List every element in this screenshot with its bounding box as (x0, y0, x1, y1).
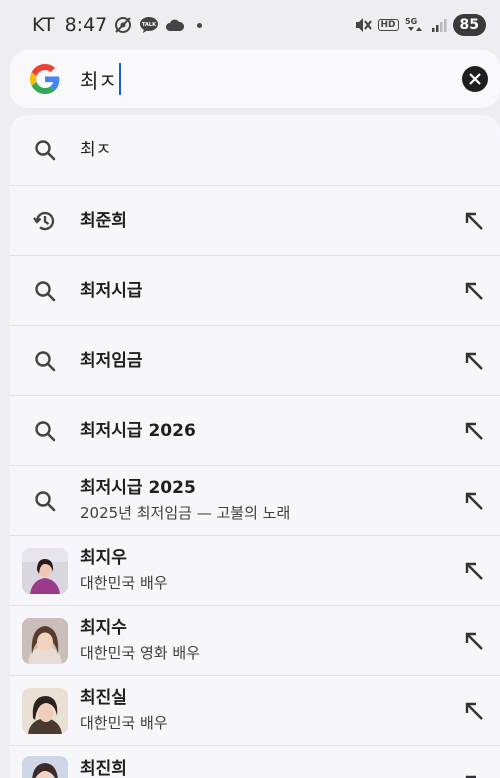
fill-query-arrow-icon[interactable] (462, 419, 486, 443)
notification-dot (197, 22, 203, 28)
suggestion-text: 최저임금 (80, 350, 440, 372)
suggestion-row[interactable]: 최지우 대한민국 배우 (10, 535, 500, 605)
suggestion-row[interactable]: 최저시급 2026 (10, 395, 500, 465)
battery-indicator: 85 (452, 14, 486, 36)
search-icon (32, 488, 58, 514)
fill-query-arrow-icon[interactable] (462, 699, 486, 723)
suggestion-title: 최진실 (80, 688, 127, 708)
person-thumbnail (22, 687, 68, 734)
suggestion-text: 최지우 대한민국 배우 (80, 547, 440, 594)
fill-query-arrow-icon[interactable] (462, 559, 486, 583)
search-query-text: 최ㅈ (80, 68, 117, 93)
search-icon (32, 278, 58, 304)
suggestion-subtitle: 대한민국 배우 (80, 574, 168, 592)
hd-voice-icon: HD (377, 19, 399, 31)
fill-query-arrow-icon[interactable] (462, 349, 486, 373)
person-thumbnail (22, 756, 68, 778)
suggestion-title: 최저시급 (80, 280, 143, 301)
suggestion-text: 최저시급 2025 2025년 최저임금 — 고불의 노래 (80, 477, 440, 524)
kakaotalk-icon: TALK (139, 16, 159, 34)
suggestion-text: 최준희 (80, 210, 440, 232)
fill-query-arrow-icon[interactable] (462, 279, 486, 303)
suggestion-row[interactable]: 최ㅈ (10, 115, 500, 185)
status-left: KT 8:47 TALK (32, 14, 203, 36)
search-icon (32, 418, 58, 444)
clear-search-button[interactable] (462, 66, 488, 92)
carrier-label: KT (32, 14, 55, 36)
suggestion-text: 최지수 대한민국 영화 배우 (80, 617, 440, 664)
suggestion-title: 최지우 (80, 548, 127, 568)
person-thumbnail (22, 547, 68, 594)
suggestion-title: 최지수 (80, 618, 127, 638)
suggestion-row[interactable]: 최준희 (10, 185, 500, 255)
fill-query-arrow-icon[interactable] (462, 209, 486, 233)
person-thumbnail (22, 617, 68, 664)
suggestion-title: 최저시급 2026 (80, 420, 196, 441)
signal-icon (431, 17, 447, 33)
google-logo-icon (30, 64, 60, 94)
cloud-icon (165, 18, 185, 32)
suggestion-title: 최ㅈ (80, 140, 112, 160)
history-icon (32, 208, 58, 234)
suggestion-row[interactable]: 최저시급 (10, 255, 500, 325)
fill-query-arrow-icon[interactable] (462, 489, 486, 513)
suggestion-row[interactable]: 최지수 대한민국 영화 배우 (10, 605, 500, 675)
suggestion-subtitle: 2025년 최저임금 — 고불의 노래 (80, 504, 291, 522)
suggestions-panel: 최ㅈ 최준희 최저시급 최저임금 최저시급 2026 최저시급 2025 202… (10, 115, 500, 778)
suggestion-title: 최저시급 2025 (80, 478, 196, 498)
search-input[interactable]: 최ㅈ (80, 63, 121, 95)
suggestion-row[interactable]: 최저임금 (10, 325, 500, 395)
search-bar[interactable]: 최ㅈ (10, 50, 500, 108)
suggestion-row[interactable]: 최진희 (10, 745, 500, 778)
clock: 8:47 (64, 14, 108, 36)
suggestion-title: 최준희 (80, 210, 127, 231)
suggestion-row[interactable]: 최진실 대한민국 배우 (10, 675, 500, 745)
suggestion-text: 최진실 대한민국 배우 (80, 687, 440, 734)
search-icon (32, 348, 58, 374)
status-right: HD 5G 85 (354, 14, 486, 36)
suggestion-text: 최ㅈ (80, 139, 440, 161)
suggestion-subtitle: 대한민국 영화 배우 (80, 644, 200, 662)
suggestion-subtitle: 대한민국 배우 (80, 714, 168, 732)
eye-off-icon (113, 15, 133, 35)
suggestion-row[interactable]: 최저시급 2025 2025년 최저임금 — 고불의 노래 (10, 465, 500, 535)
suggestion-text: 최저시급 2026 (80, 420, 440, 442)
mute-icon (354, 16, 372, 34)
fill-query-arrow-icon[interactable] (462, 629, 486, 653)
suggestion-text: 최저시급 (80, 280, 440, 302)
suggestion-title: 최진희 (80, 759, 127, 778)
search-icon (32, 137, 58, 163)
fill-query-arrow-icon[interactable] (462, 772, 486, 778)
text-caret (118, 63, 121, 95)
talk-label: TALK (142, 22, 157, 28)
status-bar: KT 8:47 TALK HD 5G 85 (0, 0, 500, 50)
suggestion-title: 최저임금 (80, 350, 143, 371)
suggestion-text: 최진희 (80, 758, 440, 778)
network-5g-icon: 5G (405, 15, 425, 35)
network-label: 5G (405, 17, 417, 26)
close-icon (469, 73, 481, 85)
